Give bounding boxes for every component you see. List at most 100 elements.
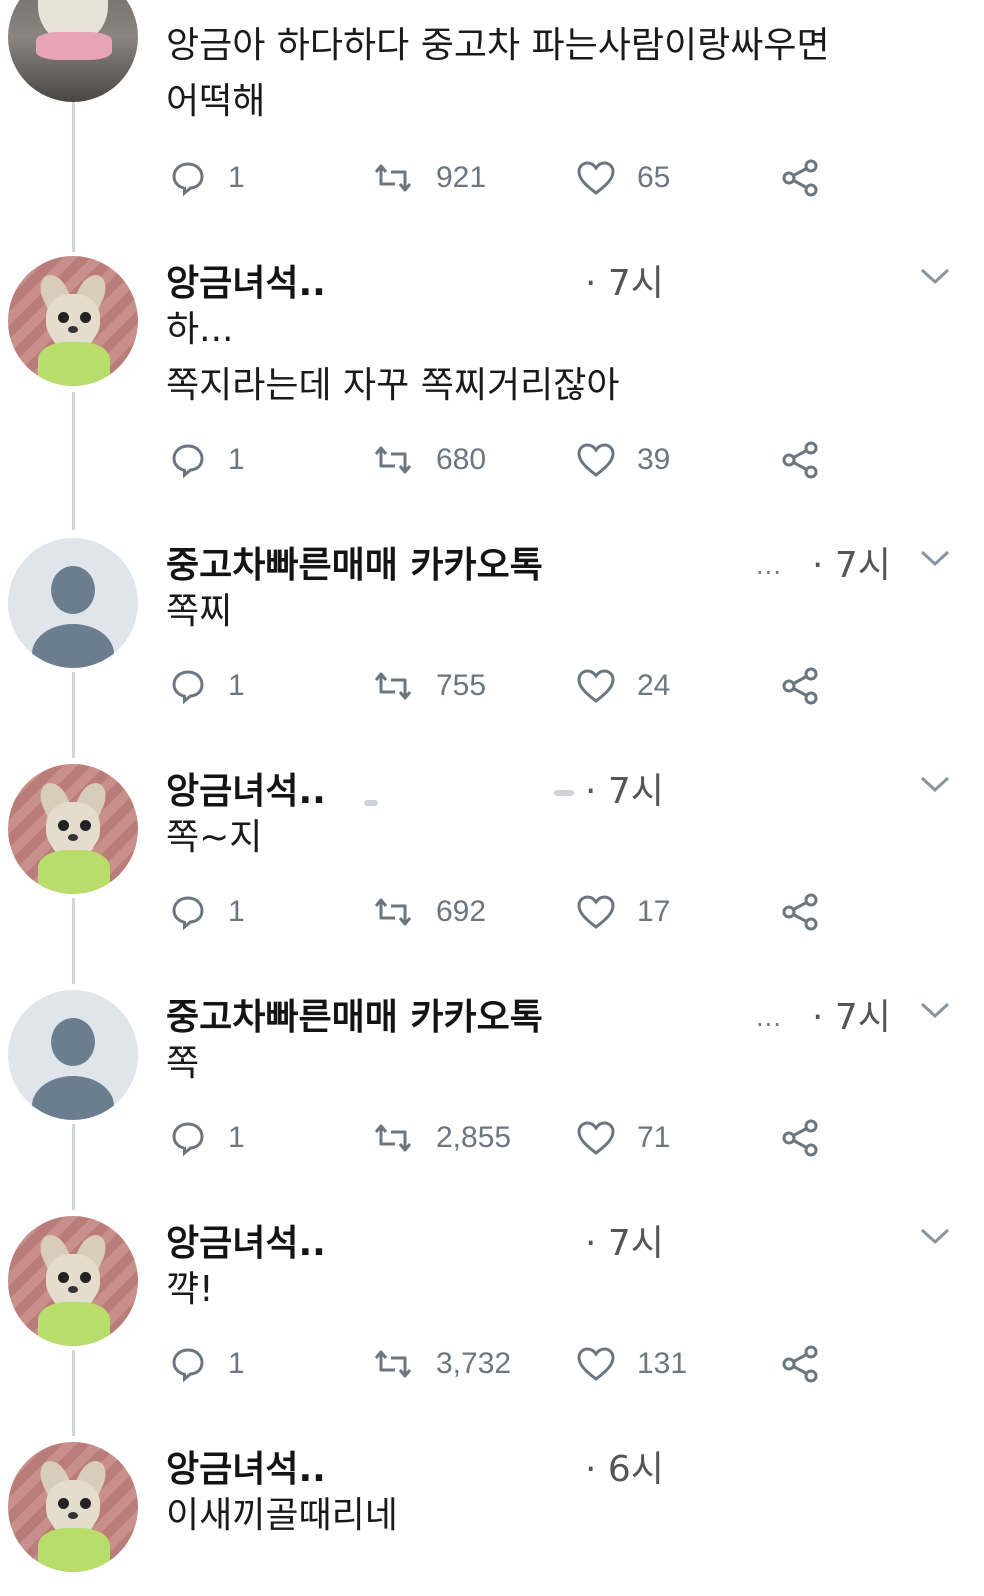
- retweet-count: 921: [436, 161, 487, 194]
- tweet-text-line: 쪽: [166, 1043, 200, 1084]
- like-button[interactable]: 131: [575, 1344, 687, 1384]
- tweet[interactable]: 중고차빠른매매 카카오톡 ... · 7시 쪽 1 2,855 71: [0, 986, 984, 1196]
- chevron-down-icon[interactable]: [918, 548, 952, 568]
- share-icon: [782, 893, 818, 931]
- tweet[interactable]: 앙금아 하다하다 중고차 파는사람이랑싸우면 어떡해 1 921 65: [0, 0, 984, 230]
- avatar[interactable]: [8, 538, 138, 668]
- retweet-count: 2,855: [436, 1121, 512, 1154]
- tweet-time[interactable]: · 7시: [585, 254, 664, 306]
- retweet-button[interactable]: 2,855: [370, 1118, 511, 1158]
- tweet-text-line: 쪽~지: [166, 817, 263, 858]
- tweet-text-line: 이새끼골때리네: [166, 1495, 398, 1536]
- reply-button[interactable]: 1: [168, 1118, 245, 1158]
- retweet-button[interactable]: 680: [370, 440, 486, 480]
- reply-button[interactable]: 1: [168, 1344, 245, 1384]
- avatar[interactable]: [8, 256, 138, 386]
- retweet-button[interactable]: 921: [370, 158, 486, 198]
- share-button[interactable]: [780, 440, 822, 484]
- tweet-text: 쪽찌: [166, 584, 946, 640]
- reply-icon: [172, 444, 204, 479]
- reply-count: 1: [228, 443, 245, 476]
- reply-count: 1: [228, 1121, 245, 1154]
- chevron-down-icon[interactable]: [918, 1000, 952, 1020]
- retweet-icon: [374, 672, 412, 700]
- avatar[interactable]: [8, 1216, 138, 1346]
- tweet[interactable]: 앙금녀석.. · 7시 하... 쪽지라는데 자꾸 쪽찌거리잖아 1 680 3…: [0, 252, 984, 512]
- retweet-icon: [374, 1350, 412, 1378]
- chevron-down-icon[interactable]: [918, 266, 952, 286]
- like-button[interactable]: 65: [575, 158, 670, 198]
- avatar[interactable]: [8, 1442, 138, 1572]
- tweet[interactable]: 중고차빠른매매 카카오톡 ... · 7시 쪽찌 1 755 24: [0, 534, 984, 744]
- like-button[interactable]: 24: [575, 666, 670, 706]
- retweet-count: 692: [436, 895, 487, 928]
- share-button[interactable]: [780, 666, 822, 710]
- chevron-down-icon[interactable]: [918, 1226, 952, 1246]
- author-name[interactable]: 앙금녀석..: [166, 254, 326, 306]
- reply-icon: [172, 896, 204, 931]
- tweet-text-line: 하...: [166, 309, 234, 350]
- reply-icon: [172, 1122, 204, 1157]
- tweet-actions: 1 3,732 131: [0, 1344, 984, 1384]
- truncation-ellipsis: ...: [756, 552, 782, 580]
- reply-icon: [172, 1348, 204, 1383]
- like-count: 65: [637, 161, 671, 194]
- share-button[interactable]: [780, 892, 822, 936]
- retweet-button[interactable]: 692: [370, 892, 486, 932]
- like-button[interactable]: 71: [575, 1118, 670, 1158]
- author-name[interactable]: 앙금녀석..: [166, 1440, 326, 1492]
- like-button[interactable]: 17: [575, 892, 670, 932]
- chevron-down-icon[interactable]: [918, 774, 952, 794]
- reply-count: 1: [228, 161, 245, 194]
- redaction-mark: [554, 790, 574, 796]
- reply-icon: [172, 670, 204, 705]
- reply-button[interactable]: 1: [168, 666, 245, 706]
- avatar[interactable]: [8, 764, 138, 894]
- reply-button[interactable]: 1: [168, 158, 245, 198]
- like-count: 24: [637, 669, 671, 702]
- retweet-button[interactable]: 755: [370, 666, 486, 706]
- retweet-icon: [374, 446, 412, 474]
- like-count: 71: [637, 1121, 671, 1154]
- heart-icon: [577, 443, 615, 477]
- avatar[interactable]: [8, 990, 138, 1120]
- tweet-text: 쪽: [166, 1036, 946, 1092]
- tweet-time[interactable]: · 7시: [812, 536, 891, 588]
- tweet-time[interactable]: · 7시: [812, 988, 891, 1040]
- tweet[interactable]: 앙금녀석.. · 7시 꺅! 1 3,732 131: [0, 1212, 984, 1422]
- share-icon: [782, 1345, 818, 1383]
- avatar[interactable]: [8, 0, 138, 102]
- retweet-count: 680: [436, 443, 487, 476]
- tweet-time[interactable]: · 7시: [585, 1214, 664, 1266]
- share-button[interactable]: [780, 1118, 822, 1162]
- heart-icon: [577, 1121, 615, 1155]
- author-name[interactable]: 앙금녀석..: [166, 762, 326, 814]
- share-button[interactable]: [780, 158, 822, 202]
- tweet-time[interactable]: · 7시: [585, 762, 664, 814]
- share-icon: [782, 667, 818, 705]
- share-icon: [782, 1119, 818, 1157]
- retweet-count: 755: [436, 669, 487, 702]
- tweet[interactable]: 앙금녀석.. · 7시 쪽~지 1 692 17: [0, 760, 984, 970]
- reply-button[interactable]: 1: [168, 892, 245, 932]
- retweet-icon: [374, 898, 412, 926]
- like-button[interactable]: 39: [575, 440, 670, 480]
- heart-icon: [577, 895, 615, 929]
- reply-button[interactable]: 1: [168, 440, 245, 480]
- author-name[interactable]: 앙금녀석..: [166, 1214, 326, 1266]
- tweet-actions: 1 2,855 71: [0, 1118, 984, 1158]
- tweet-text-line: 꺅!: [166, 1269, 214, 1310]
- author-name[interactable]: 중고차빠른매매 카카오톡: [166, 536, 543, 588]
- retweet-button[interactable]: 3,732: [370, 1344, 511, 1384]
- tweet-text: 앙금아 하다하다 중고차 파는사람이랑싸우면 어떡해: [166, 18, 946, 130]
- tweet-time[interactable]: · 6시: [585, 1440, 664, 1492]
- share-icon: [782, 441, 818, 479]
- author-name[interactable]: 중고차빠른매매 카카오톡: [166, 988, 543, 1040]
- tweet-text: 꺅!: [166, 1262, 946, 1318]
- tweet[interactable]: 앙금녀석.. · 6시 이새끼골때리네: [0, 1438, 984, 1596]
- tweet-text: 쪽~지: [166, 810, 946, 866]
- reply-count: 1: [228, 895, 245, 928]
- retweet-icon: [374, 164, 412, 192]
- share-button[interactable]: [780, 1344, 822, 1388]
- redaction-mark: [364, 800, 378, 806]
